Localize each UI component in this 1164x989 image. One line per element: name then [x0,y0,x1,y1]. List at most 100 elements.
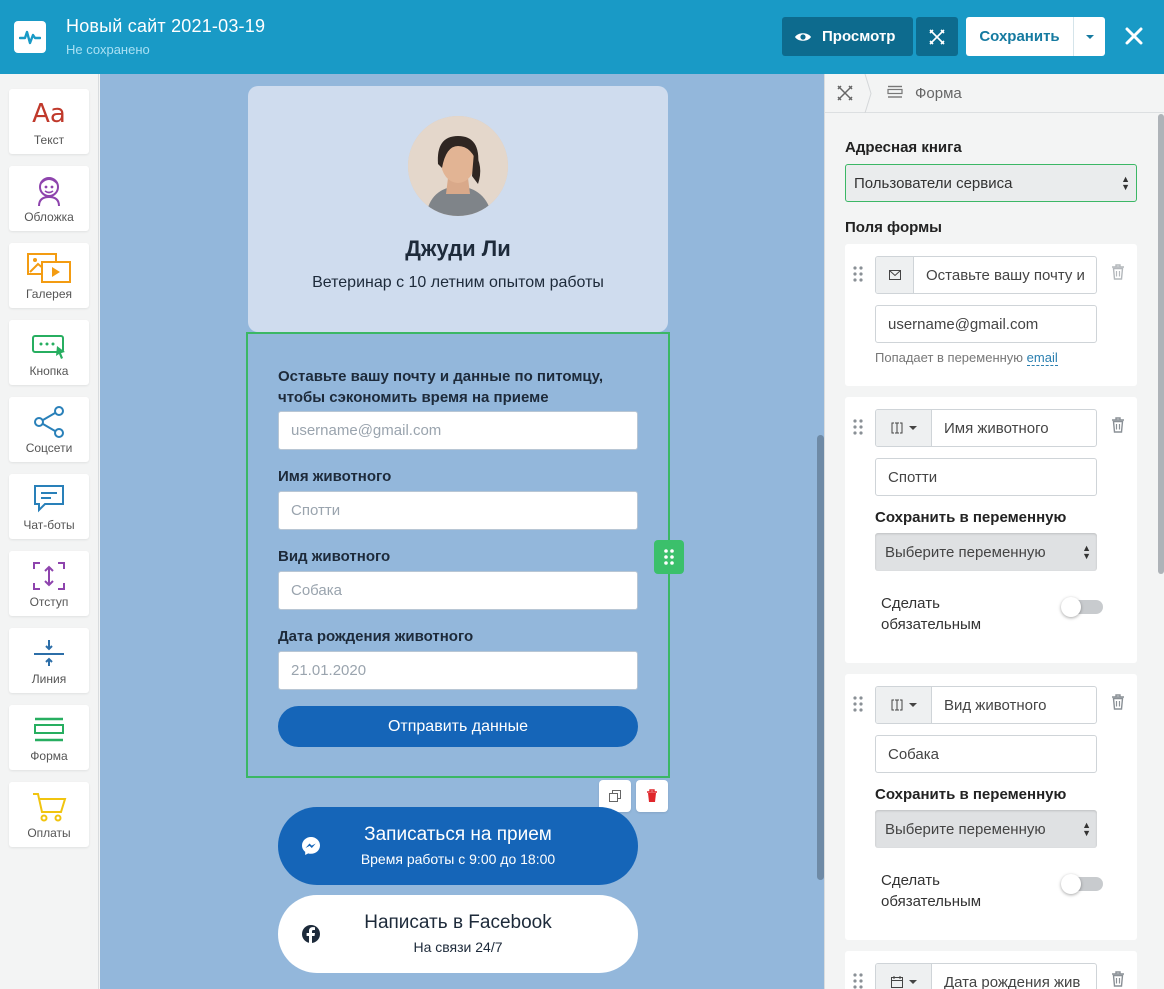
field-label-input[interactable]: Оставьте вашу почту и [875,256,1097,294]
drag-handle-icon[interactable] [853,973,863,989]
submit-form-button[interactable]: Отправить данные [278,706,638,747]
select-arrows-icon: ▲ ▼ [1082,543,1091,561]
field-type-dropdown[interactable] [876,687,932,723]
field-type-dropdown[interactable] [876,410,932,446]
magic-wand-icon [929,28,945,45]
field-placeholder-input[interactable]: Спотти [875,458,1097,496]
drag-handle-icon[interactable] [853,419,863,435]
tool-line[interactable]: Линия [9,628,89,693]
variable-select[interactable]: Выберите переменную ▲ ▼ [875,533,1097,571]
site-title[interactable]: Новый сайт 2021-03-19 [66,16,265,37]
cta-title: Записаться на прием [364,824,552,845]
pet-type-input[interactable]: Собака [278,571,638,610]
form-field-card[interactable]: Оставьте вашу почту и username@gmail.com… [845,244,1137,386]
save-variable-title: Сохранить в переменную [875,509,1067,526]
delete-block-button[interactable] [636,780,668,812]
logo[interactable] [14,21,46,53]
trash-icon[interactable] [1111,417,1125,433]
form-block[interactable]: Оставьте вашу почту и данные по питомцу,… [246,332,670,778]
avatar [408,116,508,216]
drag-handle-icon[interactable] [853,696,863,712]
tool-label: Чат-боты [23,518,75,532]
eye-icon [795,32,811,41]
pet-birthdate-input[interactable]: 21.01.2020 [278,651,638,690]
resize-handle[interactable] [654,540,684,574]
field-label-input[interactable]: Имя животного [875,409,1097,447]
messenger-cta-button[interactable]: Записаться на прием Время работы с 9:00 … [278,807,638,885]
form-field-card[interactable]: Дата рождения жив [845,951,1137,989]
tool-gallery[interactable]: Галерея [9,243,89,308]
drag-handle-icon[interactable] [853,266,863,282]
calendar-icon [890,976,903,988]
email-input[interactable]: username@gmail.com [278,411,638,450]
trash-icon[interactable] [1111,694,1125,710]
profile-description: Ветеринар с 10 летним опытом работы [312,274,604,291]
form-field-card[interactable]: Имя животного Спотти Сохранить в перемен… [845,397,1137,663]
tool-cover[interactable]: Обложка [9,166,89,231]
form-field-label: Оставьте вашу почту и данные по питомцу,… [278,368,604,406]
tool-label: Текст [33,133,65,147]
field-placeholder-input[interactable]: username@gmail.com [875,305,1097,343]
design-icon[interactable] [835,83,855,103]
tool-form[interactable]: Форма [9,705,89,770]
caret-down-icon [908,979,917,984]
cover-icon [38,177,60,207]
trash-icon[interactable] [1111,971,1125,987]
variable-link[interactable]: email [1026,350,1058,366]
text-field-icon [891,699,902,711]
required-toggle[interactable] [1061,874,1103,894]
tool-spacing[interactable]: Отступ [9,551,89,616]
profile-card[interactable]: Джуди Ли Ветеринар с 10 летним опытом ра… [248,86,668,332]
caret-down-icon [1085,34,1094,39]
save-button-group: Сохранить [966,17,1105,56]
tool-chatbots[interactable]: Чат-боты [9,474,89,539]
field-label-input[interactable]: Дата рождения жив [875,963,1097,989]
field-type-dropdown[interactable] [876,964,932,989]
tool-text[interactable]: Aa Текст [9,89,89,154]
top-bar: Новый сайт 2021-03-19 Не сохранено Просм… [0,0,1164,74]
select-arrows-icon: ▲ ▼ [1121,174,1130,192]
save-options-dropdown[interactable] [1074,17,1105,56]
tool-label: Кнопка [29,364,69,378]
save-button[interactable]: Сохранить [966,17,1074,56]
tool-label: Линия [31,672,67,686]
required-toggle[interactable] [1061,597,1103,617]
variable-select[interactable]: Выберите переменную ▲ ▼ [875,810,1097,848]
chatbot-icon [34,485,64,513]
pet-name-input[interactable]: Спотти [278,491,638,530]
envelope-icon [888,270,901,280]
cta-subtitle: Время работы с 9:00 до 18:00 [360,851,556,867]
caret-down-icon [908,702,917,707]
line-icon [34,640,64,666]
trash-icon[interactable] [1111,264,1125,280]
button-icon [32,335,65,359]
page-canvas: Джуди Ли Ветеринар с 10 летним опытом ра… [100,74,824,989]
required-label: Сделать обязательным [881,595,982,633]
form-field-label: Дата рождения животного [278,628,474,645]
save-status: Не сохранено [66,42,150,57]
text-icon: Aa [32,99,66,129]
form-fields-title: Поля формы [845,219,942,236]
close-icon [1125,27,1143,45]
panel-scrollbar[interactable] [1158,114,1164,574]
gallery-icon [27,253,71,283]
preview-button[interactable]: Просмотр [782,17,913,56]
close-button[interactable] [1120,22,1148,50]
design-tools-button[interactable] [916,17,958,56]
tool-button[interactable]: Кнопка [9,320,89,385]
select-arrows-icon: ▲ ▼ [1082,820,1091,838]
form-field-card[interactable]: Вид животного Собака Сохранить в перемен… [845,674,1137,940]
tool-label: Отступ [29,595,69,609]
form-field-label: Вид животного [278,548,391,565]
address-book-select[interactable]: Пользователи сервиса ▲ ▼ [845,164,1137,202]
form-icon [34,717,64,742]
field-placeholder-input[interactable]: Собака [875,735,1097,773]
tool-label: Оплаты [27,826,71,840]
tool-payments[interactable]: Оплаты [9,782,89,847]
tool-social[interactable]: Соцсети [9,397,89,462]
facebook-cta-button[interactable]: Написать в Facebook На связи 24/7 [278,895,638,973]
profile-name: Джуди Ли [405,236,511,261]
trash-icon [647,789,657,802]
canvas-scrollbar[interactable] [817,435,824,880]
field-label-input[interactable]: Вид животного [875,686,1097,724]
